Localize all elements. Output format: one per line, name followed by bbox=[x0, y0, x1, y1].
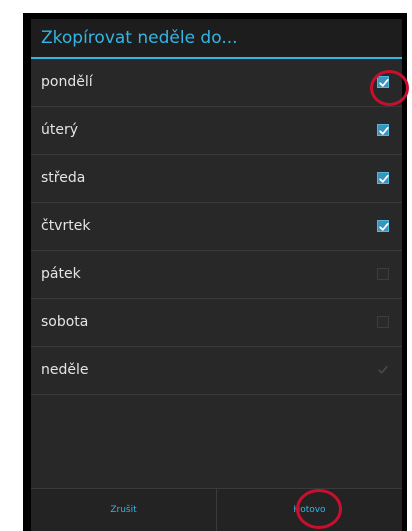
check-icon bbox=[379, 174, 389, 183]
list-item-nedele: neděle bbox=[31, 347, 402, 395]
checkbox bbox=[377, 364, 389, 376]
checkbox[interactable] bbox=[377, 172, 389, 184]
checkbox[interactable] bbox=[377, 124, 389, 136]
checkbox[interactable] bbox=[377, 76, 389, 88]
done-button[interactable]: Hotovo bbox=[217, 489, 402, 531]
check-icon bbox=[379, 222, 389, 231]
day-list: pondělí úterý středa čtvrtek pátek sobot… bbox=[31, 59, 402, 395]
list-item-pondeli[interactable]: pondělí bbox=[31, 59, 402, 107]
dialog-button-bar: Zrušit Hotovo bbox=[31, 488, 402, 531]
checkbox[interactable] bbox=[377, 268, 389, 280]
day-label: středa bbox=[41, 170, 86, 186]
day-label: neděle bbox=[41, 362, 89, 378]
day-label: úterý bbox=[41, 122, 79, 138]
day-label: pátek bbox=[41, 266, 81, 282]
checkbox[interactable] bbox=[377, 220, 389, 232]
list-item-patek[interactable]: pátek bbox=[31, 251, 402, 299]
check-icon bbox=[379, 126, 389, 135]
list-item-ctvrtek[interactable]: čtvrtek bbox=[31, 203, 402, 251]
checkbox[interactable] bbox=[377, 316, 389, 328]
day-label: pondělí bbox=[41, 74, 93, 90]
check-icon bbox=[379, 78, 389, 87]
list-item-streda[interactable]: středa bbox=[31, 155, 402, 203]
day-label: sobota bbox=[41, 314, 89, 330]
list-item-sobota[interactable]: sobota bbox=[31, 299, 402, 347]
dialog-title: Zkopírovat neděle do... bbox=[31, 19, 402, 57]
list-item-utery[interactable]: úterý bbox=[31, 107, 402, 155]
day-label: čtvrtek bbox=[41, 218, 91, 234]
copy-days-dialog: Zkopírovat neděle do... pondělí úterý st… bbox=[31, 19, 402, 531]
cancel-button[interactable]: Zrušit bbox=[31, 489, 216, 531]
check-icon bbox=[378, 366, 388, 374]
